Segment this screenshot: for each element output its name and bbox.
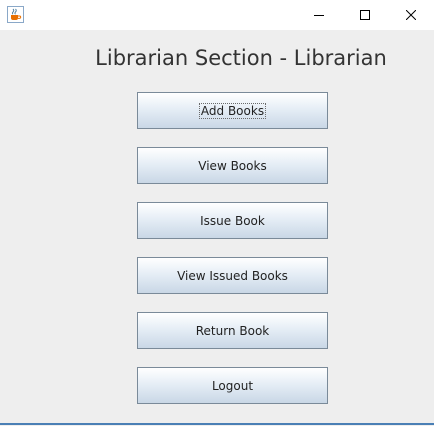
- add-books-label: Add Books: [198, 102, 267, 119]
- close-icon: [406, 10, 416, 20]
- maximize-button[interactable]: [342, 0, 388, 30]
- maximize-icon: [360, 10, 370, 20]
- content-panel: Librarian Section - Librarian Add Books …: [0, 30, 434, 424]
- issue-book-label: Issue Book: [200, 213, 265, 228]
- view-books-label: View Books: [198, 158, 267, 173]
- view-books-button[interactable]: View Books: [137, 147, 328, 184]
- add-books-button[interactable]: Add Books: [137, 92, 328, 129]
- return-book-label: Return Book: [195, 323, 270, 338]
- minimize-icon: [314, 10, 324, 20]
- application-window: Librarian Section - Librarian Add Books …: [0, 0, 434, 426]
- window-bottom-edge: [0, 423, 434, 425]
- page-title: Librarian Section - Librarian: [95, 46, 387, 70]
- issue-book-button[interactable]: Issue Book: [137, 202, 328, 239]
- minimize-button[interactable]: [296, 0, 342, 30]
- close-button[interactable]: [388, 0, 434, 30]
- logout-label: Logout: [211, 378, 254, 393]
- java-coffee-cup-icon: [7, 6, 24, 23]
- view-issued-books-label: View Issued Books: [177, 268, 288, 283]
- view-issued-books-button[interactable]: View Issued Books: [137, 257, 328, 294]
- logout-button[interactable]: Logout: [137, 367, 328, 404]
- return-book-button[interactable]: Return Book: [137, 312, 328, 349]
- title-bar[interactable]: [0, 0, 434, 30]
